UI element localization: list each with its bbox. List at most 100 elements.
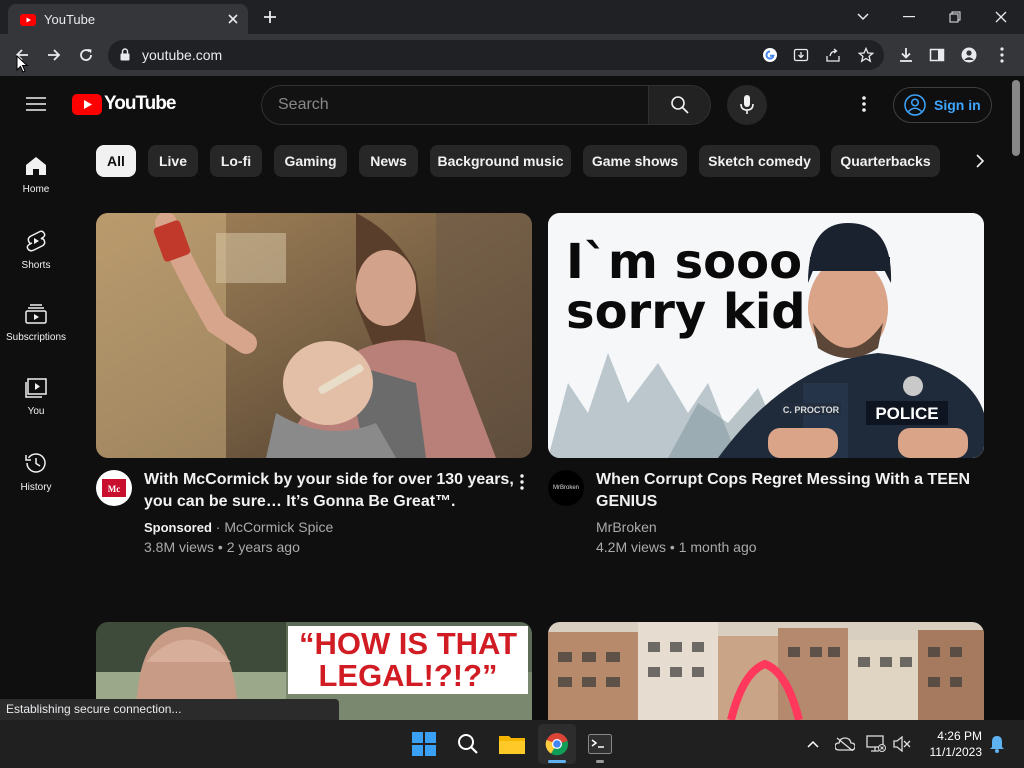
thumbnail-caption-line: LEGAL!?!?”	[318, 658, 497, 693]
shorts-icon	[26, 230, 46, 252]
sidebar-item-label: Home	[22, 184, 50, 195]
show-hidden-icons-chevron-icon[interactable]	[797, 728, 829, 760]
you-library-icon	[25, 378, 47, 398]
subscriptions-icon	[25, 304, 47, 324]
youtube-favicon-icon	[20, 14, 36, 26]
video-channel-line: Sponsored · McCormick Spice	[144, 517, 333, 538]
video-title[interactable]: When Corrupt Cops Regret Messing With a …	[596, 469, 976, 513]
sidebar-item-label: You	[27, 406, 45, 417]
minimize-button[interactable]	[886, 0, 932, 34]
chips-next-button[interactable]	[966, 145, 994, 177]
sidebar-item-label: Subscriptions	[5, 332, 67, 343]
mouse-cursor-icon	[16, 55, 28, 73]
video-menu-kebab-icon[interactable]	[520, 474, 524, 490]
video-thumbnail[interactable]: POLICE C. PROCTOR I`m sooo sorry kid	[548, 213, 984, 458]
tab-close-icon[interactable]	[226, 12, 240, 26]
thumbnail-caption-line: “HOW IS THAT	[299, 626, 517, 661]
chrome-menu-icon[interactable]	[989, 42, 1015, 68]
account-circle-icon	[904, 94, 926, 116]
chip-gaming[interactable]: Gaming	[274, 145, 347, 177]
channel-avatar[interactable]: Mc	[96, 470, 132, 506]
chip-background-music[interactable]: Background music	[430, 145, 571, 177]
sidebar-item-home[interactable]: Home	[0, 142, 72, 216]
search-icon	[670, 96, 689, 114]
taskbar-search-icon[interactable]	[452, 728, 484, 760]
sidebar-item-subscriptions[interactable]: Subscriptions	[0, 290, 72, 364]
youtube-logo-icon	[72, 93, 102, 115]
guide-menu-icon[interactable]	[26, 96, 46, 112]
profile-icon[interactable]	[956, 42, 982, 68]
chip-news[interactable]: News	[359, 145, 418, 177]
sidebar-item-shorts[interactable]: Shorts	[0, 216, 72, 290]
video-title-line: you can be sure… It’s Gonna Be Great™.	[144, 493, 456, 510]
youtube-logo-text: YouTube	[104, 93, 176, 114]
terminal-open-indicator	[596, 760, 604, 763]
notification-bell-icon[interactable]	[981, 728, 1013, 760]
restore-button[interactable]	[932, 0, 978, 34]
city-buildings-airbnb-thumbnail-image	[548, 622, 984, 720]
tab-title: YouTube	[44, 12, 96, 27]
new-tab-button[interactable]	[262, 9, 278, 25]
sidebar-item-label: Shorts	[21, 260, 51, 271]
sponsored-badge: Sponsored	[144, 520, 212, 535]
video-title-line: GENIUS	[596, 493, 658, 510]
channel-name[interactable]: McCormick Spice	[224, 519, 333, 535]
share-icon[interactable]	[820, 42, 846, 68]
url-text[interactable]: youtube.com	[142, 47, 222, 63]
police-badge-text: POLICE	[875, 404, 938, 423]
video-stats: 4.2M views • 1 month ago	[596, 539, 757, 555]
page-scrollbar-thumb[interactable]	[1012, 80, 1020, 156]
mother-and-baby-thumbnail-image	[96, 213, 532, 458]
avatar-text: MrBroken	[552, 485, 579, 491]
chip-live[interactable]: Live	[148, 145, 198, 177]
police-officer-thumbnail-image: POLICE C. PROCTOR I`m sooo sorry kid	[548, 213, 984, 458]
video-title[interactable]: With McCormick by your side for over 130…	[144, 469, 514, 513]
video-stats: 3.8M views • 2 years ago	[144, 539, 300, 555]
file-explorer-icon[interactable]	[496, 728, 528, 760]
video-title-line: With McCormick by your side for over 130…	[144, 471, 514, 488]
chip-quarterbacks[interactable]: Quarterbacks	[831, 145, 940, 177]
onedrive-offline-icon[interactable]	[829, 728, 861, 760]
sidebar-item-history[interactable]: History	[0, 438, 72, 512]
youtube-logo[interactable]: YouTube	[72, 93, 176, 115]
sidebar-item-label: History	[20, 482, 52, 493]
sign-in-button[interactable]: Sign in	[893, 87, 992, 123]
chip-sketch-comedy[interactable]: Sketch comedy	[699, 145, 820, 177]
video-thumbnail[interactable]	[96, 213, 532, 458]
install-app-icon[interactable]	[788, 42, 814, 68]
close-window-button[interactable]	[978, 0, 1024, 34]
bookmark-star-icon[interactable]	[853, 42, 879, 68]
settings-kebab-icon[interactable]	[862, 96, 866, 112]
search-button[interactable]	[648, 85, 711, 125]
status-bubble: Establishing secure connection...	[0, 699, 339, 720]
volume-muted-icon[interactable]	[886, 728, 918, 760]
home-icon	[26, 157, 46, 175]
lock-icon[interactable]	[120, 48, 130, 61]
browser-tab-youtube[interactable]: YouTube	[8, 4, 248, 34]
video-thumbnail[interactable]	[548, 622, 984, 720]
microphone-icon	[740, 95, 754, 114]
chip-game-shows[interactable]: Game shows	[583, 145, 687, 177]
voice-search-button[interactable]	[727, 85, 767, 125]
channel-name[interactable]: MrBroken	[596, 517, 657, 537]
chip-all[interactable]: All	[96, 145, 136, 177]
channel-avatar[interactable]: MrBroken	[548, 470, 584, 506]
clock-date[interactable]: 11/1/2023	[918, 745, 983, 759]
chip-lofi[interactable]: Lo-fi	[210, 145, 262, 177]
chrome-active-indicator	[548, 760, 566, 763]
reload-button[interactable]	[73, 42, 99, 68]
svg-text:Mc: Mc	[108, 484, 121, 494]
downloads-icon[interactable]	[893, 42, 919, 68]
side-panel-icon[interactable]	[924, 42, 950, 68]
google-lens-icon[interactable]	[757, 42, 783, 68]
sidebar-item-you[interactable]: You	[0, 364, 72, 438]
thumbnail-caption-line: I`m sooo	[566, 234, 802, 290]
chrome-taskbar-icon[interactable]	[541, 728, 573, 760]
clock-time[interactable]: 4:26 PM	[930, 729, 982, 743]
sign-in-label: Sign in	[934, 97, 981, 113]
tab-search-chevron-icon[interactable]	[840, 0, 886, 34]
windows-start-icon[interactable]	[408, 728, 440, 760]
mccormick-logo-image: Mc	[102, 479, 126, 497]
terminal-icon[interactable]	[584, 728, 616, 760]
forward-button[interactable]	[41, 42, 67, 68]
